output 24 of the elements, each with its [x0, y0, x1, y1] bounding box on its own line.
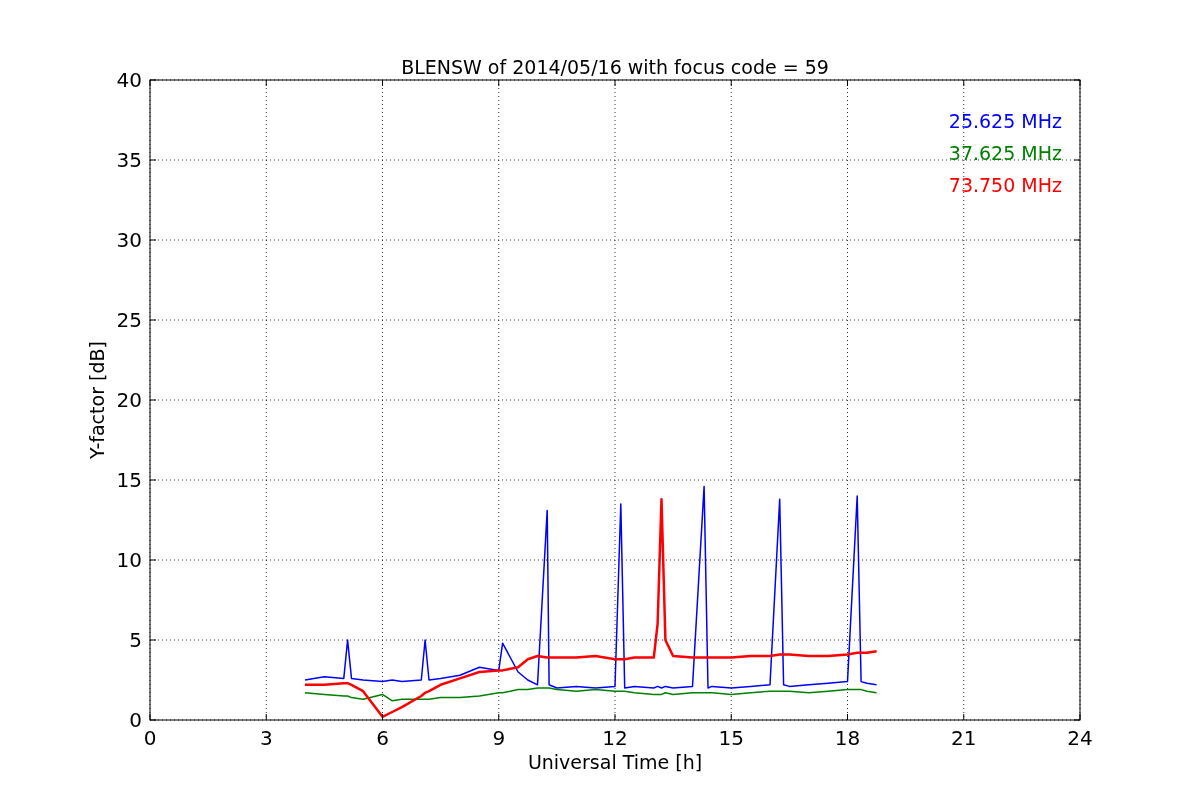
y-tick-label: 20: [116, 388, 142, 412]
x-tick-label: 15: [718, 726, 744, 750]
y-tick-label: 0: [129, 708, 142, 732]
legend-label: 73.750 MHz: [948, 174, 1062, 196]
legend-label: 37.625 MHz: [948, 142, 1062, 164]
y-tick-label: 15: [116, 468, 142, 492]
x-tick-label: 9: [492, 726, 506, 750]
chart-title: BLENSW of 2014/05/16 with focus code = 59: [401, 56, 829, 78]
x-tick-label: 24: [1067, 726, 1093, 750]
y-axis-label: Y-factor [dB]: [86, 341, 108, 459]
x-tick-label: 3: [259, 726, 273, 750]
x-tick-label: 18: [834, 726, 861, 750]
x-tick-label: 12: [602, 726, 628, 750]
y-tick-label: 30: [116, 228, 142, 252]
x-tick-label: 6: [376, 726, 389, 750]
y-tick-label: 25: [116, 308, 142, 332]
x-tick-label: 0: [143, 726, 157, 750]
y-tick-label: 5: [129, 628, 142, 652]
y-tick-label: 10: [116, 548, 142, 572]
y-tick-label: 40: [116, 68, 142, 92]
x-axis-label: Universal Time [h]: [527, 751, 703, 773]
legend-label: 25.625 MHz: [948, 110, 1062, 132]
y-tick-label: 35: [116, 148, 142, 172]
x-tick-label: 21: [951, 726, 977, 750]
